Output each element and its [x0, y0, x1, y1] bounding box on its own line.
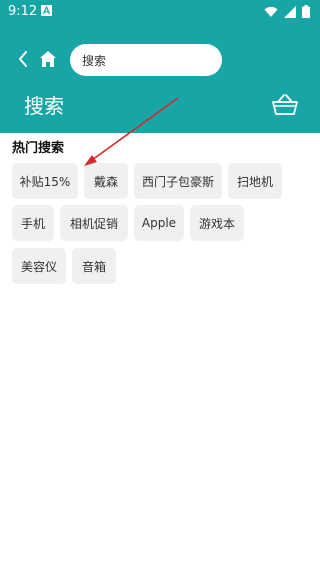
search-input-value: 搜索: [82, 53, 107, 68]
home-icon[interactable]: [37, 48, 59, 70]
notification-a-icon: [41, 5, 52, 16]
hot-search-tag[interactable]: 音箱: [72, 248, 116, 284]
hot-search-tag[interactable]: 补贴15%: [12, 163, 78, 199]
search-input[interactable]: 搜索: [70, 44, 222, 76]
status-time: 9:12: [8, 4, 38, 19]
hot-search-tag[interactable]: 相机促销: [60, 205, 128, 241]
battery-icon: [302, 5, 310, 18]
hot-search-title: 热门搜索: [12, 141, 65, 156]
back-icon[interactable]: [14, 48, 32, 70]
status-bar: 9:12: [0, 0, 320, 24]
hot-search-tag[interactable]: 美容仪: [12, 248, 66, 284]
hot-search-tag[interactable]: 扫地机: [228, 163, 282, 199]
header-bar: 9:12 搜索 搜索: [0, 0, 320, 133]
hot-search-tag[interactable]: 西门子包豪斯: [134, 163, 222, 199]
signal-icon: [284, 5, 296, 18]
page-title: 搜索: [24, 94, 64, 118]
hot-search-tag[interactable]: Apple: [134, 205, 184, 241]
hot-search-tag[interactable]: 戴森: [84, 163, 128, 199]
hot-search-tag[interactable]: 游戏本: [190, 205, 244, 241]
cart-icon[interactable]: [271, 93, 299, 117]
hot-search-tag[interactable]: 手机: [12, 205, 54, 241]
wifi-icon: [264, 6, 278, 17]
